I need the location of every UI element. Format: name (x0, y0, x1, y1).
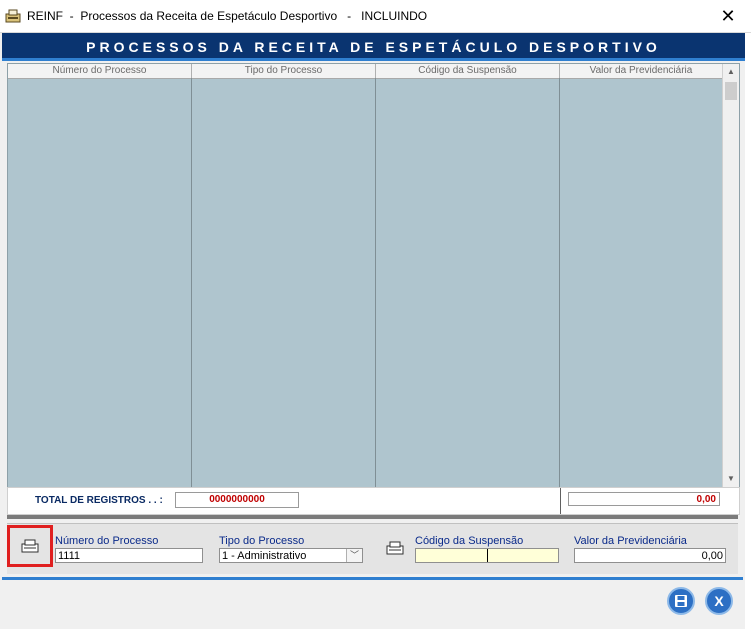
total-value: 0,00 (568, 492, 720, 506)
numero-processo-input[interactable]: 1111 (55, 548, 203, 563)
window-titlebar: REINF - Processos da Receita de Espetácu… (0, 0, 751, 33)
save-icon (675, 595, 687, 607)
tipo-processo-value: 1 - Administrativo (222, 550, 307, 562)
column-divider (375, 78, 376, 487)
lookup-icon[interactable] (386, 540, 404, 556)
save-button[interactable] (667, 587, 695, 615)
column-divider (559, 78, 560, 487)
tipo-processo-select[interactable]: 1 - Administrativo ﹀ (219, 548, 363, 563)
column-header-valor[interactable]: Valor da Previdenciária (560, 64, 722, 78)
grid-header: Número do Processo Tipo do Processo Códi… (8, 64, 722, 79)
valor-previdenciaria-input[interactable]: 0,00 (574, 548, 726, 563)
records-grid[interactable]: Número do Processo Tipo do Processo Códi… (7, 63, 740, 488)
form-title: PROCESSOS DA RECEITA DE ESPETÁCULO DESPO… (86, 39, 661, 55)
window-title: REINF - Processos da Receita de Espetácu… (27, 9, 428, 23)
edit-icon (21, 539, 39, 553)
edit-record-button[interactable] (7, 525, 53, 567)
chevron-down-icon[interactable]: ﹀ (346, 549, 362, 562)
close-icon: ✕ (720, 5, 736, 26)
footer-accent-line (2, 577, 743, 580)
column-header-numero[interactable]: Número do Processo (8, 64, 192, 78)
header-accent-line (2, 58, 745, 61)
total-records-count: 0000000000 (175, 492, 299, 508)
section-divider (7, 515, 738, 519)
grid-vertical-scrollbar[interactable]: ▲ ▼ (722, 64, 739, 487)
window-edge (745, 33, 751, 629)
codigo-suspensao-label: Código da Suspensão (415, 535, 524, 547)
scroll-up-icon[interactable]: ▲ (723, 64, 739, 80)
total-records-label: TOTAL DE REGISTROS . . : (35, 495, 163, 506)
scroll-down-icon[interactable]: ▼ (723, 471, 739, 487)
tipo-processo-label: Tipo do Processo (219, 535, 305, 547)
column-header-codigo[interactable]: Código da Suspensão (376, 64, 560, 78)
close-x-icon: X (714, 593, 724, 609)
window-close-button[interactable]: ✕ (705, 0, 751, 32)
numero-processo-label: Número do Processo (55, 535, 159, 547)
text-cursor (487, 549, 488, 562)
valor-previdenciaria-label: Valor da Previdenciária (574, 535, 687, 547)
column-header-tipo[interactable]: Tipo do Processo (192, 64, 376, 78)
column-divider (191, 78, 192, 487)
app-icon (5, 9, 21, 23)
scroll-thumb[interactable] (725, 82, 737, 100)
form-header: PROCESSOS DA RECEITA DE ESPETÁCULO DESPO… (2, 33, 745, 61)
totals-separator (560, 488, 561, 514)
close-form-button[interactable]: X (705, 587, 733, 615)
totals-bar: TOTAL DE REGISTROS . . : 0000000000 0,00 (7, 487, 740, 515)
